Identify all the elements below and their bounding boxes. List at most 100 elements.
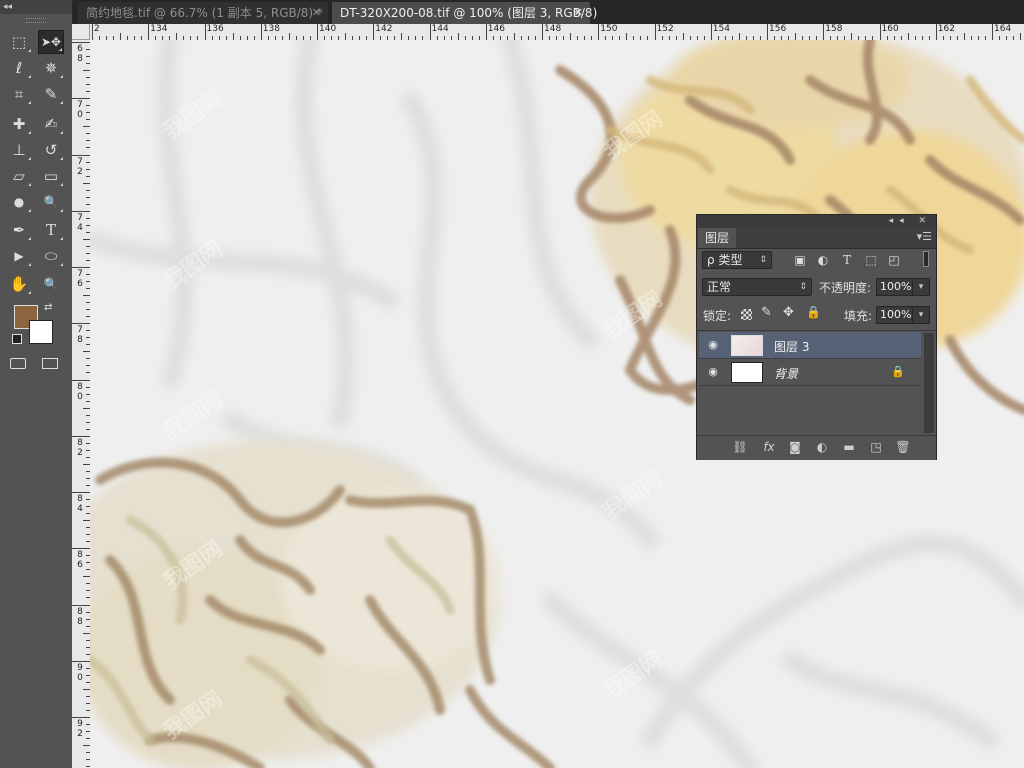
fill-field[interactable]: 100% ▾ — [876, 306, 930, 324]
document-tab-inactive[interactable]: 简约地毯.tif @ 66.7% (1 副本 5, RGB/8) * ✕ — [78, 2, 328, 24]
layers-panel-footer: ⛓ fx ◙ ◐ ▬ ◳ 🗑 — [697, 435, 936, 460]
pen-tool-icon[interactable]: ✒ — [6, 218, 32, 242]
ruler-tick-label: 8 — [77, 606, 83, 617]
ruler-tick — [72, 210, 90, 212]
new-group-icon[interactable]: ▬ — [841, 440, 857, 454]
layer-style-fx-icon[interactable]: fx — [761, 440, 777, 454]
ruler-tick-label: 142 — [375, 24, 393, 34]
ruler-tick-label: 140 — [319, 24, 337, 34]
opacity-field[interactable]: 100% ▾ — [876, 278, 930, 296]
tab-layers[interactable]: 图层 — [698, 228, 737, 248]
chevron-down-icon[interactable]: ▾ — [912, 279, 929, 295]
close-icon[interactable]: ✕ — [312, 2, 321, 24]
background-color-swatch[interactable] — [29, 320, 53, 344]
healing-brush-tool-icon[interactable]: ✚ — [6, 112, 32, 136]
layer-name[interactable]: 背景 — [774, 365, 798, 382]
ruler-tick-label: 6 — [77, 560, 83, 571]
ruler-tick-label: 2 — [77, 447, 83, 458]
shape-layer-filter-icon[interactable]: ⬚ — [864, 253, 878, 267]
ruler-origin[interactable] — [72, 24, 90, 40]
close-icon[interactable]: ✕ — [574, 2, 583, 24]
ruler-tick — [83, 70, 90, 72]
delete-layer-icon[interactable]: 🗑 — [895, 440, 911, 454]
ruler-tick — [260, 24, 262, 40]
adjustment-layer-icon[interactable]: ◐ — [814, 440, 830, 454]
document-tab-active[interactable]: DT-320X200-08.tif @ 100% (图层 3, RGB/8) ✕ — [332, 2, 597, 24]
ruler-tick — [83, 632, 90, 634]
lock-transparent-pixels-icon[interactable] — [741, 309, 752, 320]
link-layers-icon[interactable]: ⛓ — [732, 440, 748, 454]
type-layer-filter-icon[interactable]: T — [840, 253, 854, 267]
pixel-layer-filter-icon[interactable]: ▣ — [793, 253, 807, 267]
add-mask-icon[interactable]: ◙ — [787, 440, 803, 454]
dodge-tool-icon[interactable]: 🔍 — [38, 190, 64, 214]
ruler-tick — [83, 520, 90, 522]
clone-stamp-tool-icon[interactable]: ⊥ — [6, 138, 32, 162]
lock-image-pixels-icon[interactable]: ✎ — [761, 305, 772, 320]
move-tool-icon[interactable]: ➤✥ — [38, 30, 64, 54]
magic-wand-tool-icon[interactable]: ✵ — [38, 56, 64, 80]
layer-row-background[interactable]: ◉ 背景 🔒 — [699, 359, 921, 386]
panel-collapse-close-icon[interactable]: ◂◂ ✕ — [889, 215, 932, 228]
ruler-tick — [851, 33, 853, 40]
horizontal-ruler[interactable]: 2 134 136 138 140 142 144 146 148 150 152 154 156 158… — [90, 24, 1024, 41]
brush-tool-icon[interactable]: ✍ — [38, 112, 64, 136]
zoom-tool-icon[interactable]: 🔍 — [38, 272, 64, 296]
collapse-toolbar-button[interactable]: ◂◂ — [0, 0, 72, 14]
layer-filter-select[interactable]: ρ 类型 ⇕ — [702, 251, 772, 269]
ruler-tick — [72, 548, 90, 550]
ruler-tick — [72, 267, 90, 268]
ruler-tick-label: 9 — [77, 662, 83, 673]
filter-toggle-switch[interactable] — [923, 251, 929, 267]
crop-tool-icon[interactable]: ⌗ — [6, 82, 32, 106]
default-colors-icon[interactable] — [12, 334, 22, 344]
visibility-eye-icon[interactable]: ◉ — [705, 338, 721, 352]
layer-thumbnail — [731, 335, 763, 356]
ruler-tick — [204, 24, 206, 40]
smart-object-filter-icon[interactable]: ◰ — [887, 253, 901, 267]
lock-position-icon[interactable]: ✥ — [783, 305, 794, 320]
lasso-tool-icon[interactable]: ℓ — [6, 56, 32, 80]
panel-menu-icon[interactable]: ▾☰ — [917, 230, 932, 243]
eyedropper-tool-icon[interactable]: ✎ — [38, 82, 64, 106]
ruler-tick — [345, 33, 347, 40]
fill-label: 填充: — [844, 309, 873, 323]
layers-scrollbar[interactable] — [924, 333, 934, 433]
ruler-tick — [176, 33, 178, 40]
visibility-eye-icon[interactable]: ◉ — [705, 365, 721, 379]
hand-tool-icon[interactable]: ✋ — [6, 272, 32, 296]
ruler-tick-label: 154 — [712, 24, 730, 34]
rectangular-marquee-tool-icon[interactable]: ⬚ — [6, 30, 32, 54]
ruler-tick-label: 8 — [77, 437, 83, 448]
ruler-tick-label: 162 — [937, 24, 955, 34]
eraser-tool-icon[interactable]: ▱ — [6, 164, 32, 188]
ellipse-tool-icon[interactable]: ⬭ — [38, 244, 64, 268]
panel-title-bar[interactable]: ◂◂ ✕ — [697, 215, 936, 228]
ruler-tick — [72, 42, 90, 43]
gradient-tool-icon[interactable]: ▭ — [38, 164, 64, 188]
screen-mode-icon[interactable] — [42, 358, 58, 369]
ruler-tick — [317, 24, 318, 40]
ruler-tick-label: 7 — [77, 156, 83, 167]
chevron-down-icon[interactable]: ▾ — [912, 307, 929, 323]
history-brush-tool-icon[interactable]: ↺ — [38, 138, 64, 162]
blur-tool-icon[interactable]: ● — [6, 190, 32, 214]
swap-colors-icon[interactable]: ⇄ — [44, 302, 52, 313]
vertical-ruler[interactable]: 68707274767880828486889092 — [72, 40, 91, 768]
path-selection-tool-icon[interactable]: ▶ — [6, 244, 32, 268]
ruler-tick-label: 7 — [77, 269, 83, 279]
new-layer-icon[interactable]: ◳ — [868, 440, 884, 454]
ruler-tick — [83, 295, 90, 297]
layer-row-layer3[interactable]: ◉ 图层 3 — [699, 332, 921, 359]
ruler-tick — [83, 182, 90, 184]
ruler-tick — [429, 24, 431, 40]
lock-all-icon[interactable]: 🔒 — [806, 305, 821, 319]
lock-label: 锁定: — [703, 309, 732, 323]
layer-name[interactable]: 图层 3 — [774, 338, 809, 355]
type-tool-icon[interactable]: T — [38, 218, 64, 242]
blend-mode-select[interactable]: 正常 ⇕ — [702, 278, 812, 296]
quick-mask-icon[interactable] — [10, 358, 26, 369]
adjustment-layer-filter-icon[interactable]: ◐ — [816, 253, 830, 267]
ruler-tick-label: 134 — [150, 24, 168, 34]
toolbar-grip[interactable] — [26, 18, 46, 23]
